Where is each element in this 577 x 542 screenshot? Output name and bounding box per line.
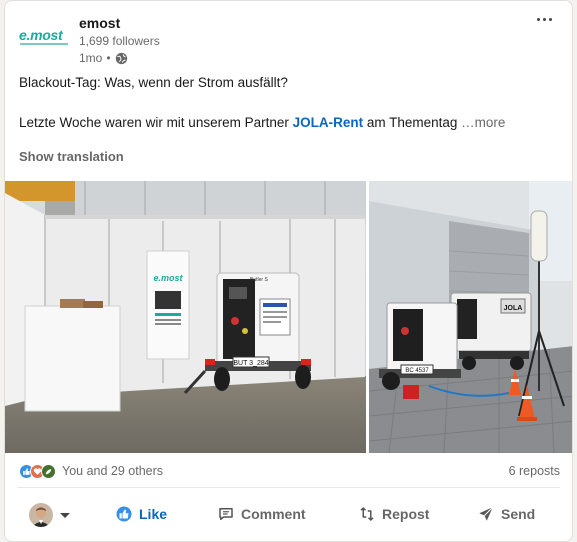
caret-down-icon (60, 512, 70, 518)
meta-separator: • (106, 51, 111, 65)
user-avatar (29, 503, 53, 527)
post-text-line-1: Blackout-Tag: Was, wenn der Strom ausfäl… (19, 75, 288, 90)
dot-icon (548, 17, 552, 21)
divider (17, 487, 560, 488)
send-label: Send (501, 506, 536, 522)
reposts-count[interactable]: 6 reposts (509, 464, 560, 478)
post-text: Blackout-Tag: Was, wenn der Strom ausfäl… (19, 73, 559, 132)
dot-icon (542, 17, 546, 21)
post-text-before: Letzte Woche waren wir mit unserem Partn… (19, 115, 293, 130)
post-image-right[interactable]: JOLA BC 4537 (369, 181, 572, 453)
author-name[interactable]: emost (79, 15, 160, 31)
like-icon (116, 506, 132, 522)
reaction-as-selector[interactable] (29, 503, 70, 527)
like-button[interactable]: Like (115, 505, 167, 523)
globe-icon (115, 52, 127, 64)
post-card: e.most emost 1,699 followers 1mo • Black… (4, 0, 573, 542)
reactors-text[interactable]: You and 29 others (62, 464, 163, 478)
banner-logo: e.most (153, 273, 183, 283)
mention-link[interactable]: JOLA-Rent (293, 115, 364, 130)
reaction-icons[interactable] (19, 463, 56, 479)
see-more-button[interactable]: …more (461, 115, 505, 130)
follower-count: 1,699 followers (79, 34, 160, 48)
post-meta: 1mo • (79, 51, 160, 65)
repost-button[interactable]: Repost (358, 505, 429, 523)
author-block: emost 1,699 followers 1mo • (79, 15, 160, 65)
repost-label: Repost (382, 506, 430, 522)
outdoor-generators-photo: JOLA BC 4537 (369, 181, 572, 453)
logo-text: e.most (19, 27, 63, 43)
post-text-after: am Thementag (363, 115, 462, 130)
post-text-line-2: Letzte Woche waren wir mit unserem Partn… (19, 113, 559, 132)
dot-icon (536, 17, 540, 21)
license-plate: BUT 3_284 (233, 360, 268, 367)
support-reaction-icon (41, 463, 56, 479)
post-options-button[interactable] (534, 11, 554, 27)
action-bar: Like Comment Repost Send (5, 497, 572, 537)
generator-label: Butler S (250, 277, 268, 283)
post-age: 1mo (79, 51, 103, 65)
comment-icon (219, 508, 233, 520)
jola-brand: JOLA (504, 305, 523, 312)
company-logo[interactable]: e.most (19, 27, 69, 49)
comment-button[interactable]: Comment (217, 505, 306, 523)
repost-icon (360, 507, 374, 521)
license-plate-right: BC 4537 (405, 368, 429, 374)
post-image-left[interactable]: e.most Butler S emost BUT 3_284 (5, 181, 366, 453)
show-translation-button[interactable]: Show translation (19, 149, 124, 164)
exhibition-booth-photo: e.most Butler S emost BUT 3_284 (5, 181, 366, 453)
send-icon (479, 506, 494, 521)
send-button[interactable]: Send (477, 505, 535, 523)
comment-label: Comment (241, 506, 306, 522)
social-counts: You and 29 others 6 reposts (19, 462, 560, 480)
like-label: Like (139, 506, 168, 522)
